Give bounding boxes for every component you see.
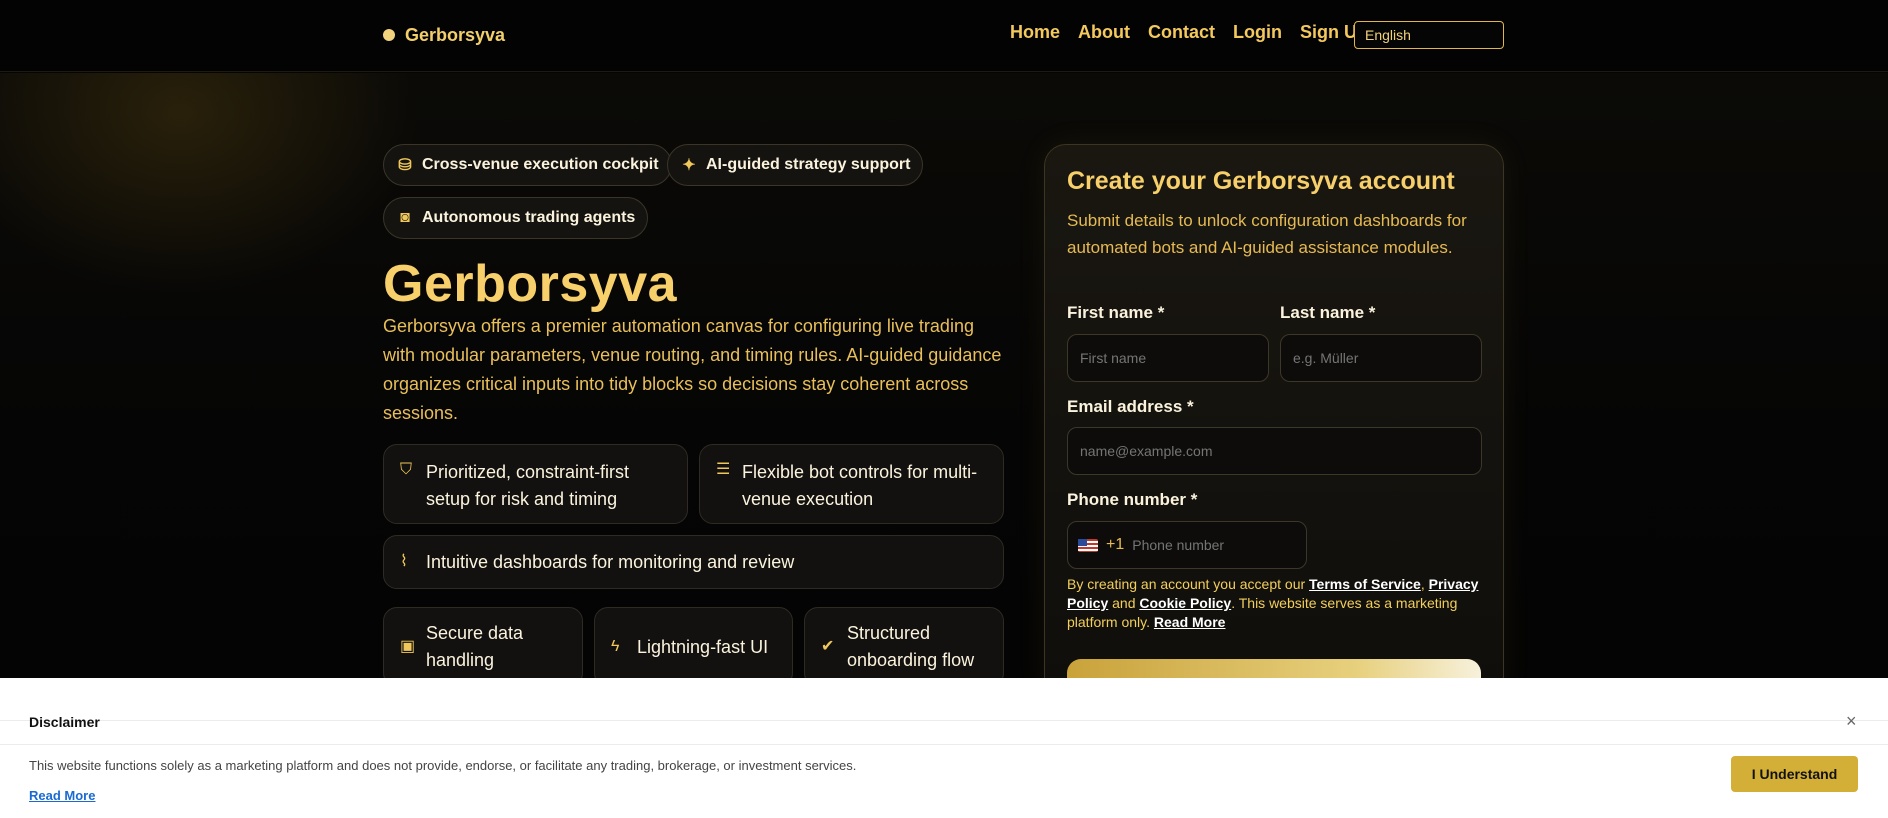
feature-label: Intuitive dashboards for monitoring and …: [426, 551, 795, 572]
feature-label: Structured onboarding flow: [847, 623, 975, 670]
phone-input[interactable]: [1132, 537, 1283, 553]
banner-top-strip: [0, 700, 1888, 721]
pill-cross-venue: ⛁ Cross-venue execution cockpit: [383, 144, 672, 186]
i-understand-button[interactable]: I Understand: [1731, 756, 1858, 792]
magic-wand-icon: ✦: [682, 157, 696, 174]
coins-icon: ⛁: [398, 157, 412, 174]
pill-ai-guided: ✦ AI-guided strategy support: [667, 144, 924, 186]
feature-card-bot-controls: ☰ Flexible bot controls for multi-venue …: [699, 444, 1004, 524]
feature-label: Lightning-fast UI: [637, 636, 769, 657]
last-name-label: Last name *: [1280, 303, 1376, 322]
feature-label: Secure data handling: [426, 623, 524, 670]
disclaimer-read-more-link[interactable]: Read More: [29, 788, 95, 803]
brand-dot-icon: [383, 29, 395, 41]
terms-read-more-link[interactable]: Read More: [1154, 614, 1226, 630]
bolt-icon: ϟ: [611, 638, 620, 655]
form-title: Create your Gerborsyva account: [1067, 167, 1455, 195]
email-label: Email address *: [1067, 397, 1194, 416]
feature-card-dashboards: ⌇ Intuitive dashboards for monitoring an…: [383, 535, 1004, 589]
pill-label: Autonomous trading agents: [422, 209, 636, 226]
chart-line-icon: ⌇: [400, 553, 408, 570]
brand-name: Gerborsyva: [405, 24, 506, 45]
pill-label: AI-guided strategy support: [706, 156, 911, 173]
feature-card-onboarding: ✔ Structured onboarding flow: [804, 607, 1004, 687]
nav-about-link[interactable]: About: [1078, 22, 1130, 43]
phone-label: Phone number *: [1067, 490, 1198, 509]
terms-prefix: By creating an account you accept our: [1067, 576, 1310, 592]
first-name-label: First name *: [1067, 303, 1165, 322]
country-code[interactable]: +1: [1106, 536, 1124, 554]
robot-icon: ◙: [400, 209, 410, 226]
terms-comma: ,: [1420, 576, 1425, 592]
last-name-input[interactable]: [1280, 334, 1482, 382]
sliders-icon: ☰: [716, 461, 731, 478]
nav-contact-link[interactable]: Contact: [1148, 22, 1215, 43]
terms-and: and: [1108, 595, 1140, 611]
terms-of-service-link[interactable]: Terms of Service: [1309, 576, 1421, 592]
feature-card-risk: ⛉ Prioritized, constraint-first setup fo…: [383, 444, 688, 524]
email-input[interactable]: [1067, 427, 1482, 475]
brand-logo[interactable]: Gerborsyva: [383, 24, 505, 46]
first-name-input[interactable]: [1067, 334, 1269, 382]
language-select[interactable]: English: [1354, 21, 1504, 49]
top-navigation-bar: Gerborsyva Home About Contact Login Sign…: [0, 0, 1888, 72]
banner-divider: [0, 744, 1888, 745]
hero-title: Gerborsyva: [383, 255, 678, 313]
feature-card-speed: ϟ Lightning-fast UI: [594, 607, 793, 687]
close-icon[interactable]: ×: [1846, 711, 1857, 732]
feature-label: Prioritized, constraint-first setup for …: [426, 462, 630, 509]
disclaimer-message: This website functions solely as a marke…: [29, 758, 857, 773]
terms-text: By creating an account you accept our Te…: [1067, 575, 1487, 632]
form-subtitle: Submit details to unlock configuration d…: [1067, 211, 1467, 257]
phone-field[interactable]: +1: [1067, 521, 1307, 569]
signup-form: Create your Gerborsyva account Submit de…: [1044, 144, 1504, 705]
us-flag-icon[interactable]: [1078, 538, 1098, 552]
hero-lead: Gerborsyva offers a premier automation c…: [383, 316, 1002, 423]
feature-card-security: ▣ Secure data handling: [383, 607, 583, 687]
shield-icon: ⛉: [400, 461, 413, 478]
main-nav: Home About Contact Login Sign Up: [1010, 22, 1368, 43]
cookie-policy-link[interactable]: Cookie Policy: [1139, 595, 1231, 611]
disclaimer-title: Disclaimer: [29, 714, 100, 730]
nav-login-link[interactable]: Login: [1233, 22, 1282, 43]
check-circle-icon: ✔: [821, 638, 835, 655]
feature-label: Flexible bot controls for multi-venue ex…: [742, 462, 978, 509]
pill-label: Cross-venue execution cockpit: [422, 156, 659, 173]
pill-autonomous: ◙ Autonomous trading agents: [383, 197, 649, 239]
disclaimer-banner: Disclaimer × This website functions sole…: [0, 678, 1888, 818]
nav-home-link[interactable]: Home: [1010, 22, 1060, 43]
lock-icon: ▣: [400, 638, 416, 655]
